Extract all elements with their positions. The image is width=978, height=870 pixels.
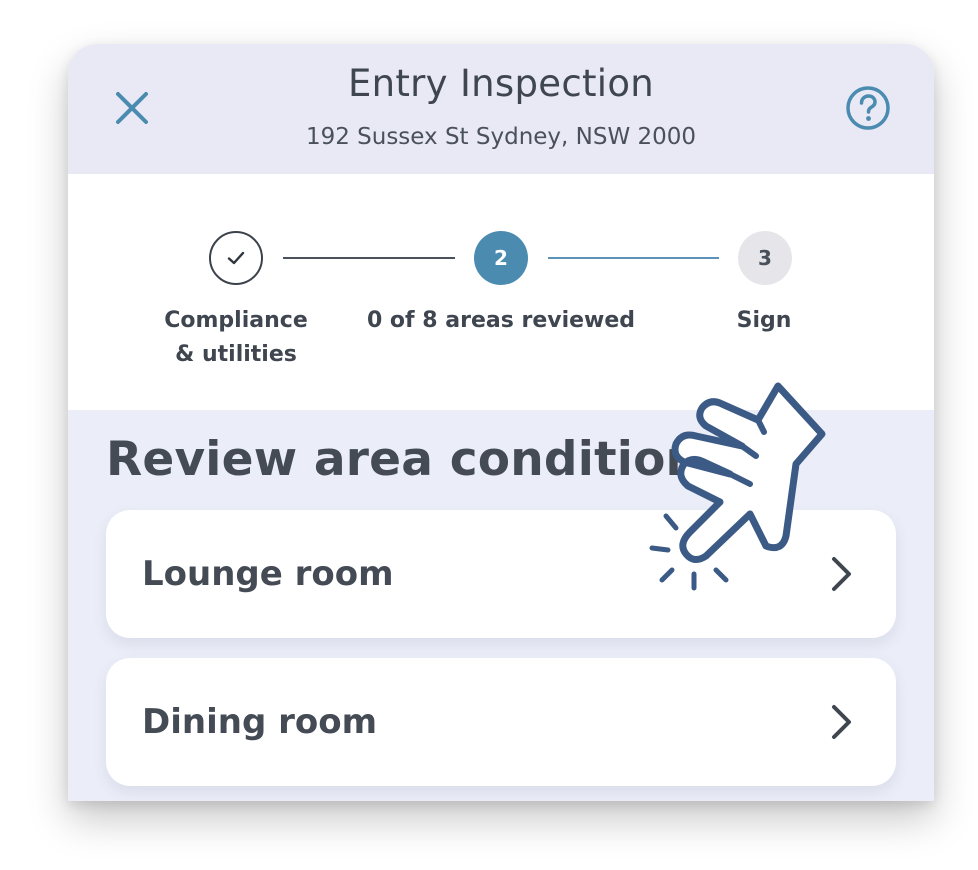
progress-stepper: 2 3 Compliance & utilities 0 of 8 areas … [68, 174, 934, 410]
area-card-lounge-room[interactable]: Lounge room [106, 510, 896, 638]
area-label: Lounge room [142, 554, 394, 594]
step-label-line: Compliance [164, 308, 308, 333]
help-button[interactable] [844, 84, 892, 132]
help-icon [846, 86, 890, 130]
app-screen: Entry Inspection 192 Sussex St Sydney, N… [68, 44, 934, 801]
step-connector [548, 257, 719, 259]
checkmark-icon [227, 251, 245, 265]
area-label: Dining room [142, 702, 378, 742]
step-label-sign: Sign [736, 308, 792, 333]
step-areas[interactable]: 2 [474, 231, 528, 285]
step-label-compliance: Compliance & utilities [156, 304, 316, 372]
step-compliance[interactable] [209, 231, 263, 285]
chevron-right-icon [832, 705, 851, 739]
page-title: Entry Inspection [347, 62, 655, 105]
step-connector [283, 257, 455, 259]
header-bar: Entry Inspection 192 Sussex St Sydney, N… [68, 44, 934, 174]
area-card-dining-room[interactable]: Dining room [106, 658, 896, 786]
chevron-right-icon [832, 557, 851, 591]
address-subtitle: 192 Sussex St Sydney, NSW 2000 [305, 124, 697, 150]
step-label-areas: 0 of 8 areas reviewed [366, 308, 636, 333]
section-title: Review area condition [106, 432, 700, 487]
step-label-line: & utilities [175, 342, 297, 367]
step-sign[interactable]: 3 [738, 231, 792, 285]
